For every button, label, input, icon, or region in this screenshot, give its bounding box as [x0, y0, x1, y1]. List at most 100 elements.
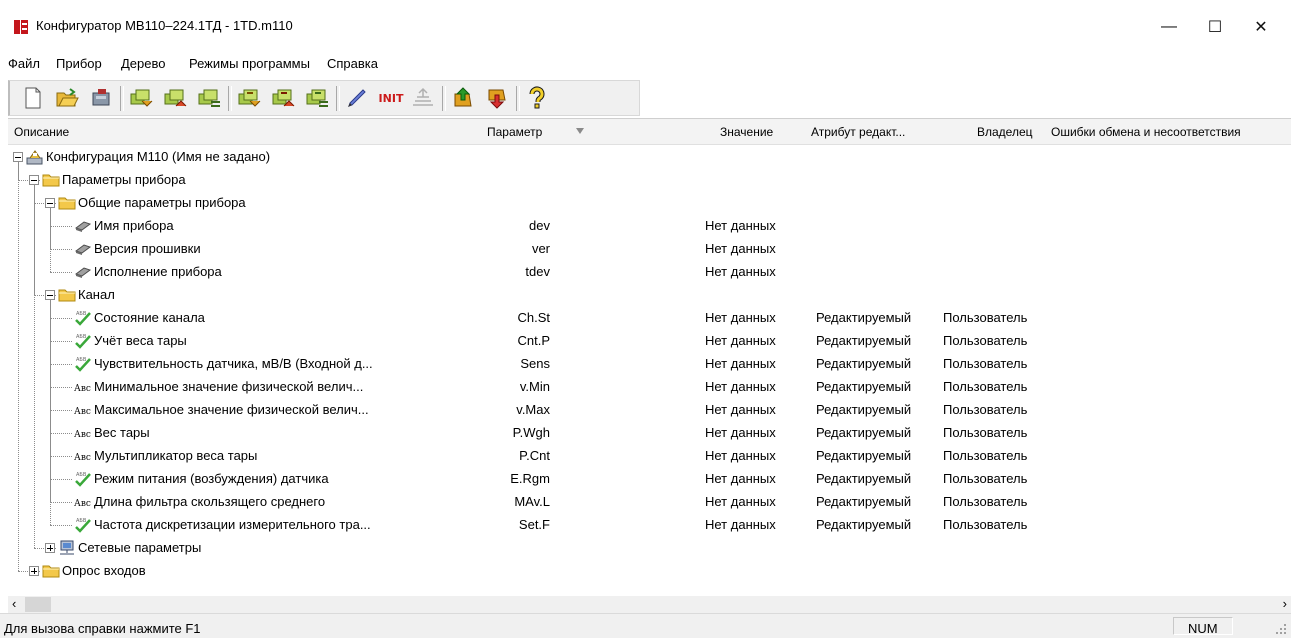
svg-text:Авс: Авс: [74, 384, 91, 394]
resize-grip-icon[interactable]: [1275, 623, 1287, 635]
new-file-button[interactable]: [20, 85, 46, 111]
expand-icon[interactable]: [29, 566, 39, 576]
collapse-icon[interactable]: [29, 175, 39, 185]
menu-device[interactable]: Прибор: [56, 56, 102, 71]
column-description[interactable]: Описание: [14, 125, 69, 139]
tree-row[interactable]: АБВ Состояние канала Ch.St Нет данных Редакт…: [8, 307, 1291, 330]
download-firmware-button[interactable]: [484, 85, 510, 111]
read-params-button[interactable]: [128, 85, 154, 111]
menu-bar: Файл Прибор Дерево Режимы программы Спра…: [0, 52, 1291, 78]
attribute-cell: Редактируемый: [816, 333, 912, 348]
column-parameter[interactable]: Параметр: [487, 125, 542, 139]
attribute-cell: Редактируемый: [816, 310, 912, 325]
toolbar-separator: [228, 86, 232, 111]
pen-button[interactable]: [344, 85, 370, 111]
collapse-icon[interactable]: [13, 152, 23, 162]
horizontal-scrollbar[interactable]: ‹ ›: [8, 596, 1291, 613]
tree-row[interactable]: Авс Вес тары P.Wgh Нет данных Редактируемый П…: [8, 422, 1291, 445]
svg-text:Авс: Авс: [74, 453, 91, 463]
value-cell: Нет данных: [705, 241, 776, 256]
tree-row[interactable]: Общие параметры прибора: [8, 192, 1291, 215]
tree-row[interactable]: Исполнение прибора tdev Нет данных: [8, 261, 1291, 284]
tree-item-label: Максимальное значение физической велич..…: [94, 402, 369, 417]
expand-icon[interactable]: [45, 543, 55, 553]
write-all-button[interactable]: [270, 85, 296, 111]
status-num-indicator: NUM: [1173, 617, 1233, 636]
tree-row[interactable]: Авс Длина фильтра скользящего среднего MAv…: [8, 491, 1291, 514]
menu-tree[interactable]: Дерево: [121, 56, 165, 71]
menu-program-modes[interactable]: Режимы программы: [189, 56, 310, 71]
parameter-tree-list[interactable]: Описание Параметр Значение Атрибут редак…: [8, 118, 1291, 597]
value-cell: Нет данных: [705, 402, 776, 417]
open-folder-button[interactable]: [54, 85, 80, 111]
attribute-cell: Редактируемый: [816, 448, 912, 463]
compare-all-button[interactable]: [304, 85, 330, 111]
init-button[interactable]: INIT: [374, 85, 408, 111]
attribute-cell: Редактируемый: [816, 402, 912, 417]
read-all-button[interactable]: [236, 85, 262, 111]
menu-file[interactable]: Файл: [8, 56, 40, 71]
text-param-icon-wrapper: Авс: [74, 448, 92, 467]
param-cell: P.Cnt: [519, 448, 550, 463]
write-params-button[interactable]: [162, 85, 188, 111]
tree-row[interactable]: Сетевые параметры: [8, 537, 1291, 560]
tree-row[interactable]: АБВ Чувствительность датчика, мВ/В (Входн…: [8, 353, 1291, 376]
value-cell: Нет данных: [705, 218, 776, 233]
column-attribute[interactable]: Атрибут редакт...: [811, 125, 905, 139]
scroll-thumb[interactable]: [25, 597, 51, 612]
svg-text:АБВ: АБВ: [76, 518, 87, 524]
tree-row[interactable]: Конфигурация М110 (Имя не задано): [8, 146, 1291, 169]
param-cell: Ch.St: [517, 310, 550, 325]
tree-row[interactable]: АБВ Режим питания (возбуждения) датчика E.…: [8, 468, 1291, 491]
param-cell: E.Rgm: [510, 471, 550, 486]
tree-row[interactable]: Канал: [8, 284, 1291, 307]
network-icon: [60, 540, 74, 555]
svg-text:АБВ: АБВ: [76, 357, 87, 363]
tree-item-label: Конфигурация М110 (Имя не задано): [46, 149, 271, 164]
enum-param-icon: АБВ: [75, 311, 91, 326]
tree-row[interactable]: АБВ Учёт веса тары Cnt.P Нет данных Редактир…: [8, 330, 1291, 353]
minimize-button[interactable]: —: [1146, 8, 1192, 46]
attribute-cell: Редактируемый: [816, 471, 912, 486]
enum-param-icon-wrapper: АБВ: [74, 471, 92, 490]
scroll-right-icon[interactable]: ›: [1283, 596, 1287, 611]
tree-row[interactable]: Авс Минимальное значение физической велич…: [8, 376, 1291, 399]
tree-row[interactable]: Параметры прибора: [8, 169, 1291, 192]
column-owner[interactable]: Владелец: [977, 125, 1033, 139]
toolbar: INIT: [8, 80, 640, 116]
tree-row[interactable]: Авс Максимальное значение физической вели…: [8, 399, 1291, 422]
tree-row[interactable]: АБВ Частота дискретизации измерительного …: [8, 514, 1291, 537]
maximize-button[interactable]: ☐: [1192, 8, 1238, 46]
read-all-icon: [238, 89, 261, 107]
collapse-icon[interactable]: [45, 198, 55, 208]
disabled-tool-icon: [413, 87, 433, 106]
column-value[interactable]: Значение: [720, 125, 773, 139]
tree-row[interactable]: Опрос входов: [8, 560, 1291, 583]
scroll-left-icon[interactable]: ‹: [12, 596, 16, 611]
disabled-tool-button[interactable]: [410, 85, 436, 111]
svg-text:Авс: Авс: [74, 499, 91, 509]
close-button[interactable]: ✕: [1238, 8, 1284, 46]
owner-cell: Пользователь: [943, 425, 1028, 440]
menu-help[interactable]: Справка: [327, 56, 378, 71]
maximize-icon: ☐: [1207, 19, 1223, 36]
column-errors[interactable]: Ошибки обмена и несоответствия: [1051, 125, 1241, 139]
toolbar-separator: [336, 86, 340, 111]
text-param-icon: Авс: [74, 453, 91, 463]
minimize-icon: —: [1161, 18, 1177, 35]
help-icon: [529, 86, 545, 109]
tree-item-label: Исполнение прибора: [94, 264, 222, 279]
upload-firmware-button[interactable]: [450, 85, 476, 111]
folder-icon: [58, 197, 76, 210]
help-button[interactable]: [524, 85, 550, 111]
tree-row[interactable]: Версия прошивки ver Нет данных: [8, 238, 1291, 261]
text-param-icon-wrapper: Авс: [74, 402, 92, 421]
collapse-icon[interactable]: [45, 290, 55, 300]
tree-item-label: Минимальное значение физической велич...: [94, 379, 364, 394]
enum-param-icon-wrapper: АБВ: [74, 517, 92, 536]
device-button[interactable]: [88, 85, 114, 111]
readonly-param-icon: [74, 267, 92, 278]
tree-row[interactable]: Авс Мультипликатор веса тары P.Cnt Нет данн…: [8, 445, 1291, 468]
tree-row[interactable]: Имя прибора dev Нет данных: [8, 215, 1291, 238]
compare-params-button[interactable]: [196, 85, 222, 111]
